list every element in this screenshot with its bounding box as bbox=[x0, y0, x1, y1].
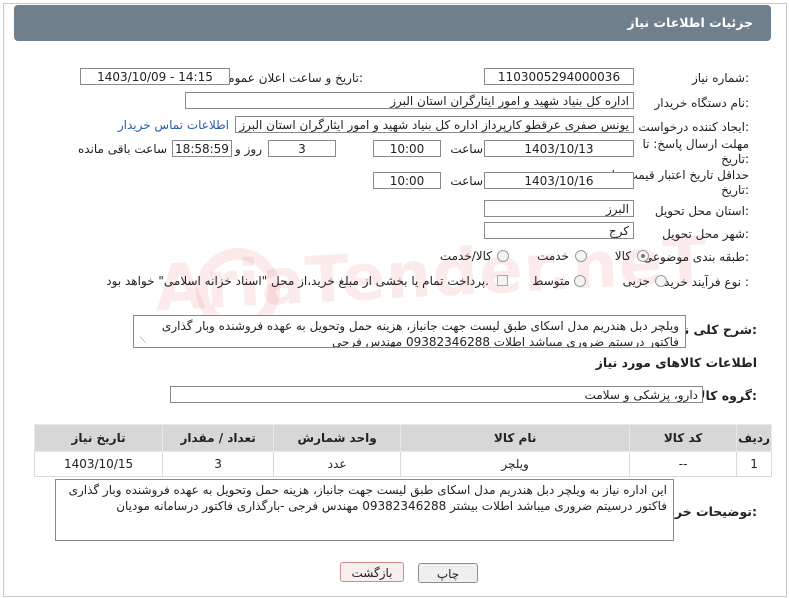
print-button[interactable]: چاپ bbox=[418, 563, 478, 583]
goods-group-label: گروه کالا: bbox=[696, 388, 757, 403]
page-header: جزئیات اطلاعات نیاز bbox=[14, 5, 771, 41]
validity-date-label: تاریخ: bbox=[721, 183, 749, 197]
treasury-note: پرداخت تمام یا بخشی از مبلغ خرید،از محل … bbox=[106, 274, 489, 288]
time-remaining-label: ساعت باقی مانده bbox=[77, 142, 167, 156]
resize-grip-icon[interactable]: ⟋ bbox=[136, 336, 146, 346]
description-textarea: ویلچر دبل هندریم مدل اسکای طبق لیست جهت … bbox=[133, 315, 686, 348]
treasury-checkbox[interactable] bbox=[497, 275, 508, 286]
need-number-label: شماره نیاز: bbox=[691, 71, 749, 85]
process-option-minor: جزیی bbox=[622, 274, 650, 288]
cell-date: 1403/10/15 bbox=[33, 451, 164, 477]
deadline-date-field: 1403/10/13 bbox=[484, 140, 634, 157]
category-radio-goods[interactable] bbox=[637, 250, 649, 262]
deadline-time-label: ساعت bbox=[450, 142, 483, 156]
time-remaining-field: 18:58:59 bbox=[172, 140, 232, 157]
creator-label: ایجاد کننده درخواست: bbox=[638, 120, 749, 134]
cell-row: 1 bbox=[736, 451, 772, 477]
cell-qty: 3 bbox=[162, 451, 275, 477]
creator-field: یونس صفری عرقطو کارپرداز اداره کل بنیاد … bbox=[235, 116, 634, 133]
province-label: استان محل تحویل: bbox=[654, 204, 749, 218]
col-date-header: تاریخ نیاز bbox=[33, 424, 164, 452]
buyer-notes-textarea: این اداره نیاز به ویلچر دبل هندریم مدل ا… bbox=[55, 479, 674, 541]
process-option-medium: متوسط bbox=[532, 274, 570, 288]
city-label: شهر محل تحویل: bbox=[662, 227, 749, 241]
deadline-date-label: تاریخ: bbox=[721, 152, 749, 166]
city-field: کرج bbox=[484, 222, 634, 239]
cell-code: -- bbox=[629, 451, 738, 477]
buyer-org-field: اداره کل بنیاد شهید و امور ایثارگران است… bbox=[185, 92, 634, 109]
validity-date-field: 1403/10/16 bbox=[484, 172, 634, 189]
table-header-row: ردیف کد کالا نام کالا واحد شمارش تعداد /… bbox=[33, 424, 772, 452]
validity-time-label: ساعت bbox=[450, 174, 483, 188]
goods-table: ردیف کد کالا نام کالا واحد شمارش تعداد /… bbox=[33, 424, 772, 477]
page-title: جزئیات اطلاعات نیاز bbox=[627, 15, 753, 30]
days-label: روز و bbox=[235, 142, 262, 156]
announce-datetime-field: 1403/10/09 - 14:15 bbox=[80, 68, 230, 85]
buyer-contact-link[interactable]: اطلاعات تماس خریدار bbox=[118, 118, 229, 132]
process-radio-medium[interactable] bbox=[574, 275, 586, 287]
days-remaining-field: 3 bbox=[268, 140, 336, 157]
validity-time-field: 10:00 bbox=[373, 172, 441, 189]
category-option-goods: کالا bbox=[614, 249, 631, 263]
process-label: نوع فرآیند خرید : bbox=[664, 275, 749, 289]
col-name-header: نام کالا bbox=[400, 424, 631, 452]
province-field: البرز bbox=[484, 200, 634, 217]
cell-unit: عدد bbox=[273, 451, 402, 477]
process-radio-minor[interactable] bbox=[655, 275, 667, 287]
deadline-label: مهلت ارسال پاسخ: تا bbox=[642, 137, 749, 151]
goods-group-field: دارو، پزشکی و سلامت bbox=[170, 386, 703, 403]
description-text: ویلچر دبل هندریم مدل اسکای طبق لیست جهت … bbox=[161, 319, 679, 348]
category-radio-goods-service[interactable] bbox=[497, 250, 509, 262]
category-option-goods-service: کالا/خدمت bbox=[439, 249, 492, 263]
cell-name: ویلچر bbox=[400, 451, 631, 477]
announce-datetime-label: تاریخ و ساعت اعلان عمومی: bbox=[218, 71, 363, 85]
category-label: طبقه بندی موضوعی: bbox=[642, 250, 749, 264]
buyer-org-label: نام دستگاه خریدار: bbox=[654, 96, 750, 110]
goods-section-title: اطلاعات کالاهای مورد نیاز bbox=[595, 355, 757, 370]
back-button[interactable]: بازگشت bbox=[340, 562, 404, 582]
table-row: 1 -- ویلچر عدد 3 1403/10/15 bbox=[33, 451, 772, 477]
buyer-notes-text: این اداره نیاز به ویلچر دبل هندریم مدل ا… bbox=[68, 483, 667, 513]
need-number-field: 1103005294000036 bbox=[484, 68, 634, 85]
col-row-header: ردیف bbox=[736, 424, 772, 452]
col-qty-header: تعداد / مقدار bbox=[162, 424, 275, 452]
category-option-service: خدمت bbox=[537, 249, 569, 263]
col-code-header: کد کالا bbox=[629, 424, 738, 452]
deadline-time-field: 10:00 bbox=[373, 140, 441, 157]
col-unit-header: واحد شمارش bbox=[273, 424, 402, 452]
category-radio-service[interactable] bbox=[575, 250, 587, 262]
